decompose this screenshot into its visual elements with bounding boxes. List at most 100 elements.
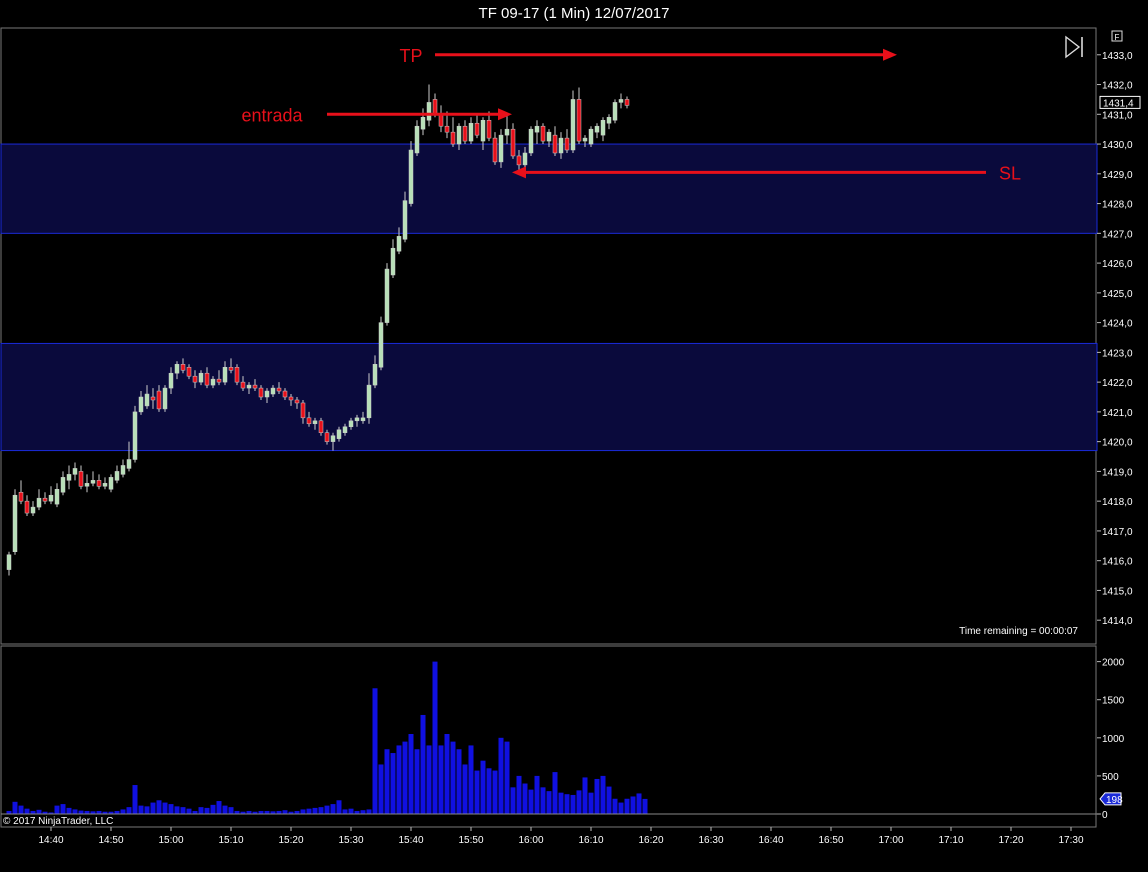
time-tick-label: 15:20: [278, 835, 303, 846]
price-tick-label: 1417,0: [1102, 527, 1133, 538]
volume-bar: [564, 794, 570, 814]
price-tick-label: 1424,0: [1102, 319, 1133, 330]
volume-bar: [54, 805, 60, 814]
flag-button[interactable]: F: [1111, 30, 1123, 42]
time-tick-label: 16:30: [698, 835, 723, 846]
volume-bar: [126, 807, 132, 814]
volume-bar: [72, 809, 78, 814]
volume-bar: [618, 802, 624, 814]
volume-bar: [576, 790, 582, 814]
candle-body: [546, 131, 552, 142]
volume-bar: [78, 810, 84, 814]
candle-body: [378, 322, 384, 368]
candle-body: [468, 122, 474, 142]
price-tick-label: 1416,0: [1102, 557, 1133, 568]
volume-tick-label: 1500: [1102, 696, 1125, 707]
volume-bar: [510, 787, 516, 814]
volume-bar: [396, 745, 402, 814]
time-tick-label: 15:50: [458, 835, 483, 846]
candle-body: [420, 117, 426, 130]
candle-body: [624, 99, 630, 106]
volume-bar: [516, 775, 522, 814]
volume-bar: [66, 807, 72, 814]
volume-bar: [438, 745, 444, 814]
volume-bar: [546, 791, 552, 814]
volume-bar: [330, 804, 336, 814]
price-tick-label: 1433,0: [1102, 51, 1133, 62]
candle-body: [174, 364, 180, 374]
candle-body: [54, 489, 60, 505]
candle-body: [222, 366, 228, 383]
volume-bar: [174, 806, 180, 814]
candle-body: [114, 471, 120, 481]
volume-bar: [228, 807, 234, 814]
candle-body: [288, 396, 294, 401]
volume-bar: [594, 778, 600, 814]
volume-bar: [588, 792, 594, 814]
volume-bar: [558, 792, 564, 814]
price-tick-label: 1430,0: [1102, 140, 1133, 151]
candle-body: [384, 268, 390, 323]
time-tick-label: 16:50: [818, 835, 843, 846]
price-tick-label: 1419,0: [1102, 467, 1133, 478]
volume-bar: [504, 741, 510, 814]
volume-bar: [372, 688, 378, 814]
price-panel-frame: [0, 27, 1097, 645]
volume-bar: [534, 775, 540, 814]
candle-body: [414, 125, 420, 154]
candle-body: [516, 155, 522, 166]
candle-body: [492, 137, 498, 163]
candle-body: [426, 102, 432, 121]
volume-bar: [186, 808, 192, 814]
volume-bar: [498, 737, 504, 814]
candle-body: [612, 102, 618, 121]
volume-tick-label: 500: [1102, 772, 1119, 783]
candle-body: [240, 381, 246, 389]
volume-bar: [198, 807, 204, 814]
price-tick-label: 1431,0: [1102, 110, 1133, 121]
price-tick-label: 1415,0: [1102, 586, 1133, 597]
time-tick-label: 14:50: [98, 835, 123, 846]
candle-body: [132, 411, 138, 460]
copyright-label: © 2017 NinjaTrader, LLC: [3, 816, 113, 827]
svg-text:F: F: [1115, 33, 1120, 42]
candle-body: [246, 384, 252, 389]
candle-body: [204, 372, 210, 386]
volume-bar: [420, 714, 426, 814]
time-tick-label: 17:00: [878, 835, 903, 846]
last-price-label: 1431,4: [1103, 98, 1134, 109]
time-tick-label: 15:40: [398, 835, 423, 846]
time-tick-label: 16:10: [578, 835, 603, 846]
chart-canvas[interactable]: TP entrada SL 1414,0 1415,0 1416,0 1417,0 1418…: [0, 0, 1148, 872]
candle-body: [102, 483, 108, 487]
candle-body: [594, 125, 600, 133]
volume-bar: [120, 809, 126, 814]
volume-bar: [168, 804, 174, 814]
volume-tick-label: 1000: [1102, 734, 1125, 745]
volume-bar: [408, 734, 414, 814]
candle-body: [480, 120, 486, 142]
time-tick-label: 15:30: [338, 835, 363, 846]
volume-bar: [402, 741, 408, 814]
candle-body: [42, 497, 48, 502]
candle-body: [270, 387, 276, 395]
volume-bar: [612, 798, 618, 814]
price-tick-label: 1422,0: [1102, 378, 1133, 389]
volume-bar: [180, 807, 186, 814]
candle-body: [210, 378, 216, 386]
time-tick-label: 16:20: [638, 835, 663, 846]
annotation-label-tp: TP: [399, 46, 422, 66]
candle-body: [438, 114, 444, 127]
volume-bar: [426, 745, 432, 814]
candle-body: [24, 500, 30, 514]
candle-body: [330, 435, 336, 442]
volume-bar: [204, 807, 210, 814]
candle-body: [510, 128, 516, 157]
volume-bar: [606, 786, 612, 814]
candle-body: [228, 366, 234, 371]
price-tick-label: 1418,0: [1102, 497, 1133, 508]
candle-body: [264, 390, 270, 398]
candle-body: [318, 420, 324, 433]
time-tick-label: 15:00: [158, 835, 183, 846]
volume-bar: [552, 772, 558, 814]
